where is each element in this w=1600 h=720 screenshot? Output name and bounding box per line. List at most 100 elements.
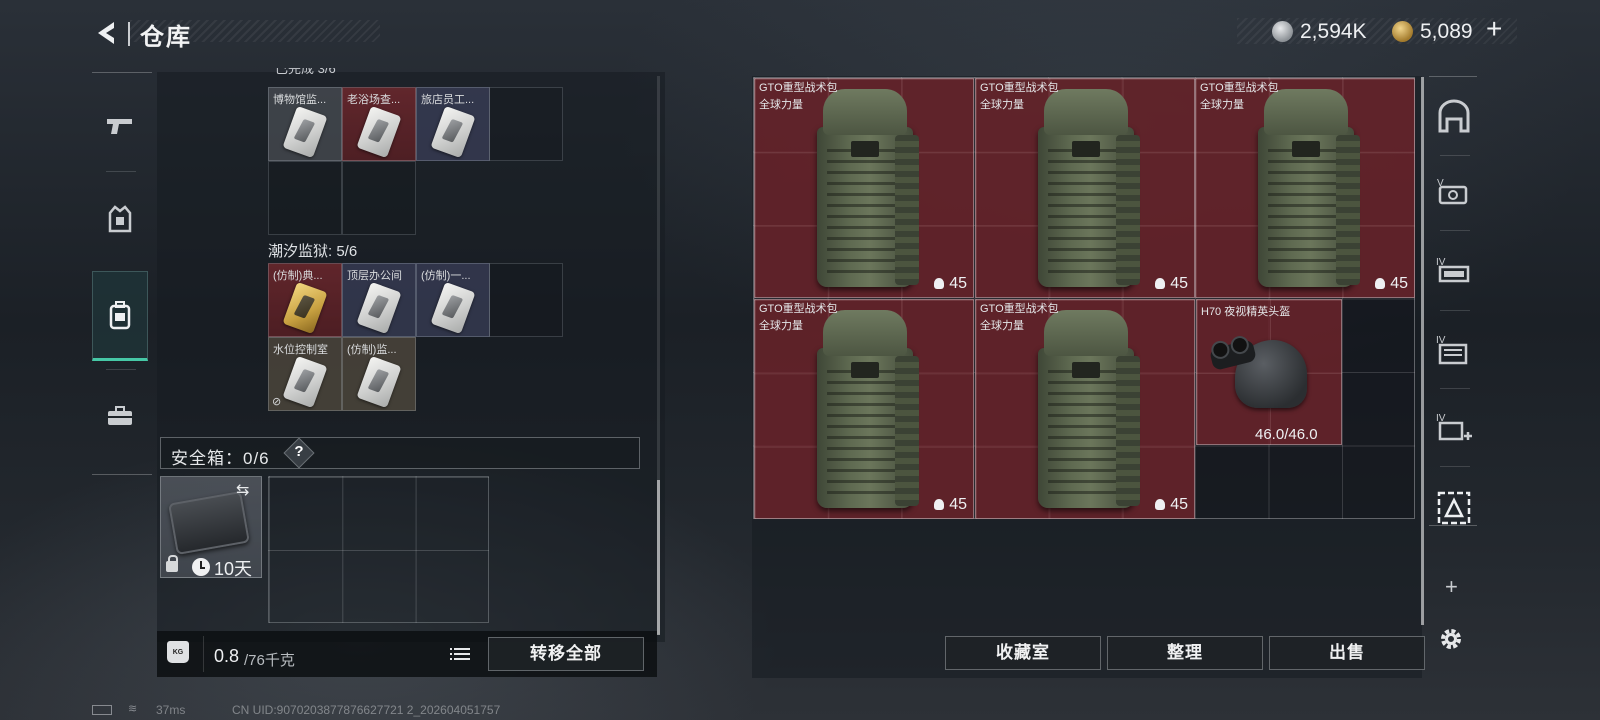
inventory-scrollbar-thumb[interactable] bbox=[657, 480, 660, 635]
key-card-icon bbox=[356, 105, 402, 159]
key-card-icon bbox=[282, 105, 328, 159]
capacity-value: 45 bbox=[949, 275, 967, 292]
collection-room-button[interactable]: 收藏室 bbox=[945, 636, 1101, 670]
nav-backpack[interactable] bbox=[92, 271, 148, 361]
key-card-icon bbox=[430, 105, 476, 159]
tab-layout[interactable] bbox=[1434, 488, 1474, 528]
weight-current: 0.8 bbox=[214, 646, 240, 666]
settings-button[interactable] bbox=[1437, 625, 1465, 653]
gold-coin-icon bbox=[1392, 21, 1413, 42]
key-card-label: 旅店员工... bbox=[421, 94, 475, 106]
key-card-item[interactable]: 博物馆监... bbox=[268, 87, 342, 161]
backpack-molle bbox=[827, 149, 903, 279]
organize-button[interactable]: 整理 bbox=[1107, 636, 1263, 670]
item-faction: 全球力量 bbox=[759, 99, 803, 111]
key-card-item[interactable]: (仿制)监... bbox=[342, 337, 416, 411]
nav-armor[interactable] bbox=[92, 175, 148, 265]
key-card-label: 水位控制室 bbox=[273, 344, 328, 356]
backpack-item[interactable]: GTO重型战术包 全球力量 45 bbox=[975, 299, 1195, 519]
backpack-molle bbox=[1048, 370, 1124, 500]
layout-icon bbox=[1437, 491, 1471, 525]
backpack-side bbox=[895, 356, 919, 506]
key-card-item[interactable]: (仿制)典... bbox=[268, 263, 342, 337]
safe-box-grid[interactable] bbox=[268, 476, 489, 623]
key-card-item[interactable]: 老浴场查... bbox=[342, 87, 416, 161]
backpack-item[interactable]: GTO重型战术包 全球力量 45 bbox=[754, 299, 974, 519]
tab-vault[interactable] bbox=[1434, 97, 1474, 137]
empty-slot[interactable] bbox=[342, 161, 416, 235]
backpack-side bbox=[1336, 135, 1360, 285]
left-category-nav bbox=[92, 72, 152, 475]
nav-weapons[interactable] bbox=[92, 81, 148, 171]
helmet-item[interactable]: H70 夜视精英头盔 46.0/46.0 bbox=[1196, 299, 1342, 445]
tab-separator bbox=[1440, 388, 1470, 389]
key-card-icon bbox=[356, 355, 402, 409]
list-line bbox=[450, 658, 470, 660]
capacity-badge: 45 bbox=[934, 496, 967, 514]
storage-tabs bbox=[1429, 76, 1477, 526]
key-card-item[interactable]: 顶层办公间 bbox=[342, 263, 416, 337]
capacity-badge: 45 bbox=[934, 275, 967, 293]
backpack-top bbox=[1044, 310, 1128, 356]
tab-separator bbox=[1440, 230, 1470, 231]
wifi-icon: ≋ bbox=[128, 703, 138, 715]
capacity-value: 45 bbox=[1390, 275, 1408, 292]
backpack-buckle bbox=[1292, 141, 1320, 157]
gear-icon bbox=[1441, 629, 1461, 649]
vault-icon bbox=[1438, 99, 1470, 133]
backpack-item[interactable]: GTO重型战术包 全球力量 45 bbox=[1195, 78, 1415, 298]
backpack-side bbox=[895, 135, 919, 285]
help-icon[interactable]: ? bbox=[288, 443, 310, 465]
no-drop-icon: ⊘ bbox=[272, 396, 282, 408]
key-card-label: 顶层办公间 bbox=[347, 270, 402, 282]
tab-separator bbox=[1440, 155, 1470, 156]
tab-storage-iv[interactable]: IV bbox=[1434, 252, 1474, 292]
storage-iv-add-icon: IV bbox=[1436, 413, 1472, 441]
swap-icon[interactable]: ⇆ bbox=[236, 480, 249, 500]
sell-button[interactable]: 出售 bbox=[1269, 636, 1425, 670]
key-card-label: (仿制)监... bbox=[347, 344, 397, 356]
gold-currency-value: 5,089 bbox=[1420, 20, 1473, 43]
backpack-molle bbox=[827, 370, 903, 500]
add-currency-button[interactable]: + bbox=[1486, 14, 1502, 44]
key-card-label: (仿制)典... bbox=[273, 270, 323, 282]
add-tab-button[interactable]: + bbox=[1445, 574, 1458, 600]
nav-toolbox[interactable] bbox=[92, 371, 148, 461]
item-name: GTO重型战术包 bbox=[759, 303, 838, 315]
empty-slot[interactable] bbox=[268, 161, 342, 235]
list-line bbox=[450, 653, 470, 655]
item-faction: 全球力量 bbox=[980, 99, 1024, 111]
capacity-value: 45 bbox=[949, 496, 967, 513]
storage-iv-2-icon: IV bbox=[1436, 335, 1468, 365]
tab-storage-iv-add[interactable]: IV bbox=[1434, 408, 1474, 448]
capacity-value: 45 bbox=[1170, 496, 1188, 513]
capacity-icon bbox=[1155, 499, 1166, 510]
backpack-item[interactable]: GTO重型战术包 全球力量 45 bbox=[975, 78, 1195, 298]
backpack-item[interactable]: GTO重型战术包 全球力量 45 bbox=[754, 78, 974, 298]
item-name: GTO重型战术包 bbox=[1200, 82, 1279, 94]
capacity-icon bbox=[934, 499, 945, 510]
back-button[interactable] bbox=[92, 18, 122, 48]
empty-slot[interactable] bbox=[489, 263, 563, 337]
key-card-icon bbox=[282, 355, 328, 409]
storage-v-icon: V bbox=[1437, 178, 1468, 205]
backpack-top bbox=[1044, 89, 1128, 135]
list-view-button[interactable] bbox=[449, 641, 475, 667]
tab-storage-iv-2[interactable]: IV bbox=[1434, 330, 1474, 370]
tab-separator bbox=[1440, 466, 1470, 467]
key-card-label: 老浴场查... bbox=[347, 94, 401, 106]
silver-currency-value: 2,594K bbox=[1300, 20, 1367, 43]
key-card-item[interactable]: 旅店员工... bbox=[416, 87, 490, 161]
durability-value: 46.0/46.0 bbox=[1255, 426, 1318, 443]
weight-kg-icon bbox=[167, 641, 189, 663]
key-card-item[interactable]: 水位控制室 ⊘ bbox=[268, 337, 342, 411]
backpack-buckle bbox=[851, 141, 879, 157]
backpack-buckle bbox=[1072, 141, 1100, 157]
transfer-all-button[interactable]: 转移全部 bbox=[488, 637, 644, 671]
network-ping: 37ms bbox=[156, 703, 186, 717]
item-faction: 全球力量 bbox=[1200, 99, 1244, 111]
key-card-item[interactable]: (仿制)一... bbox=[416, 263, 490, 337]
tab-storage-v[interactable]: V bbox=[1434, 172, 1474, 212]
empty-slot[interactable] bbox=[489, 87, 563, 161]
storage-scrollbar[interactable] bbox=[1421, 77, 1424, 625]
